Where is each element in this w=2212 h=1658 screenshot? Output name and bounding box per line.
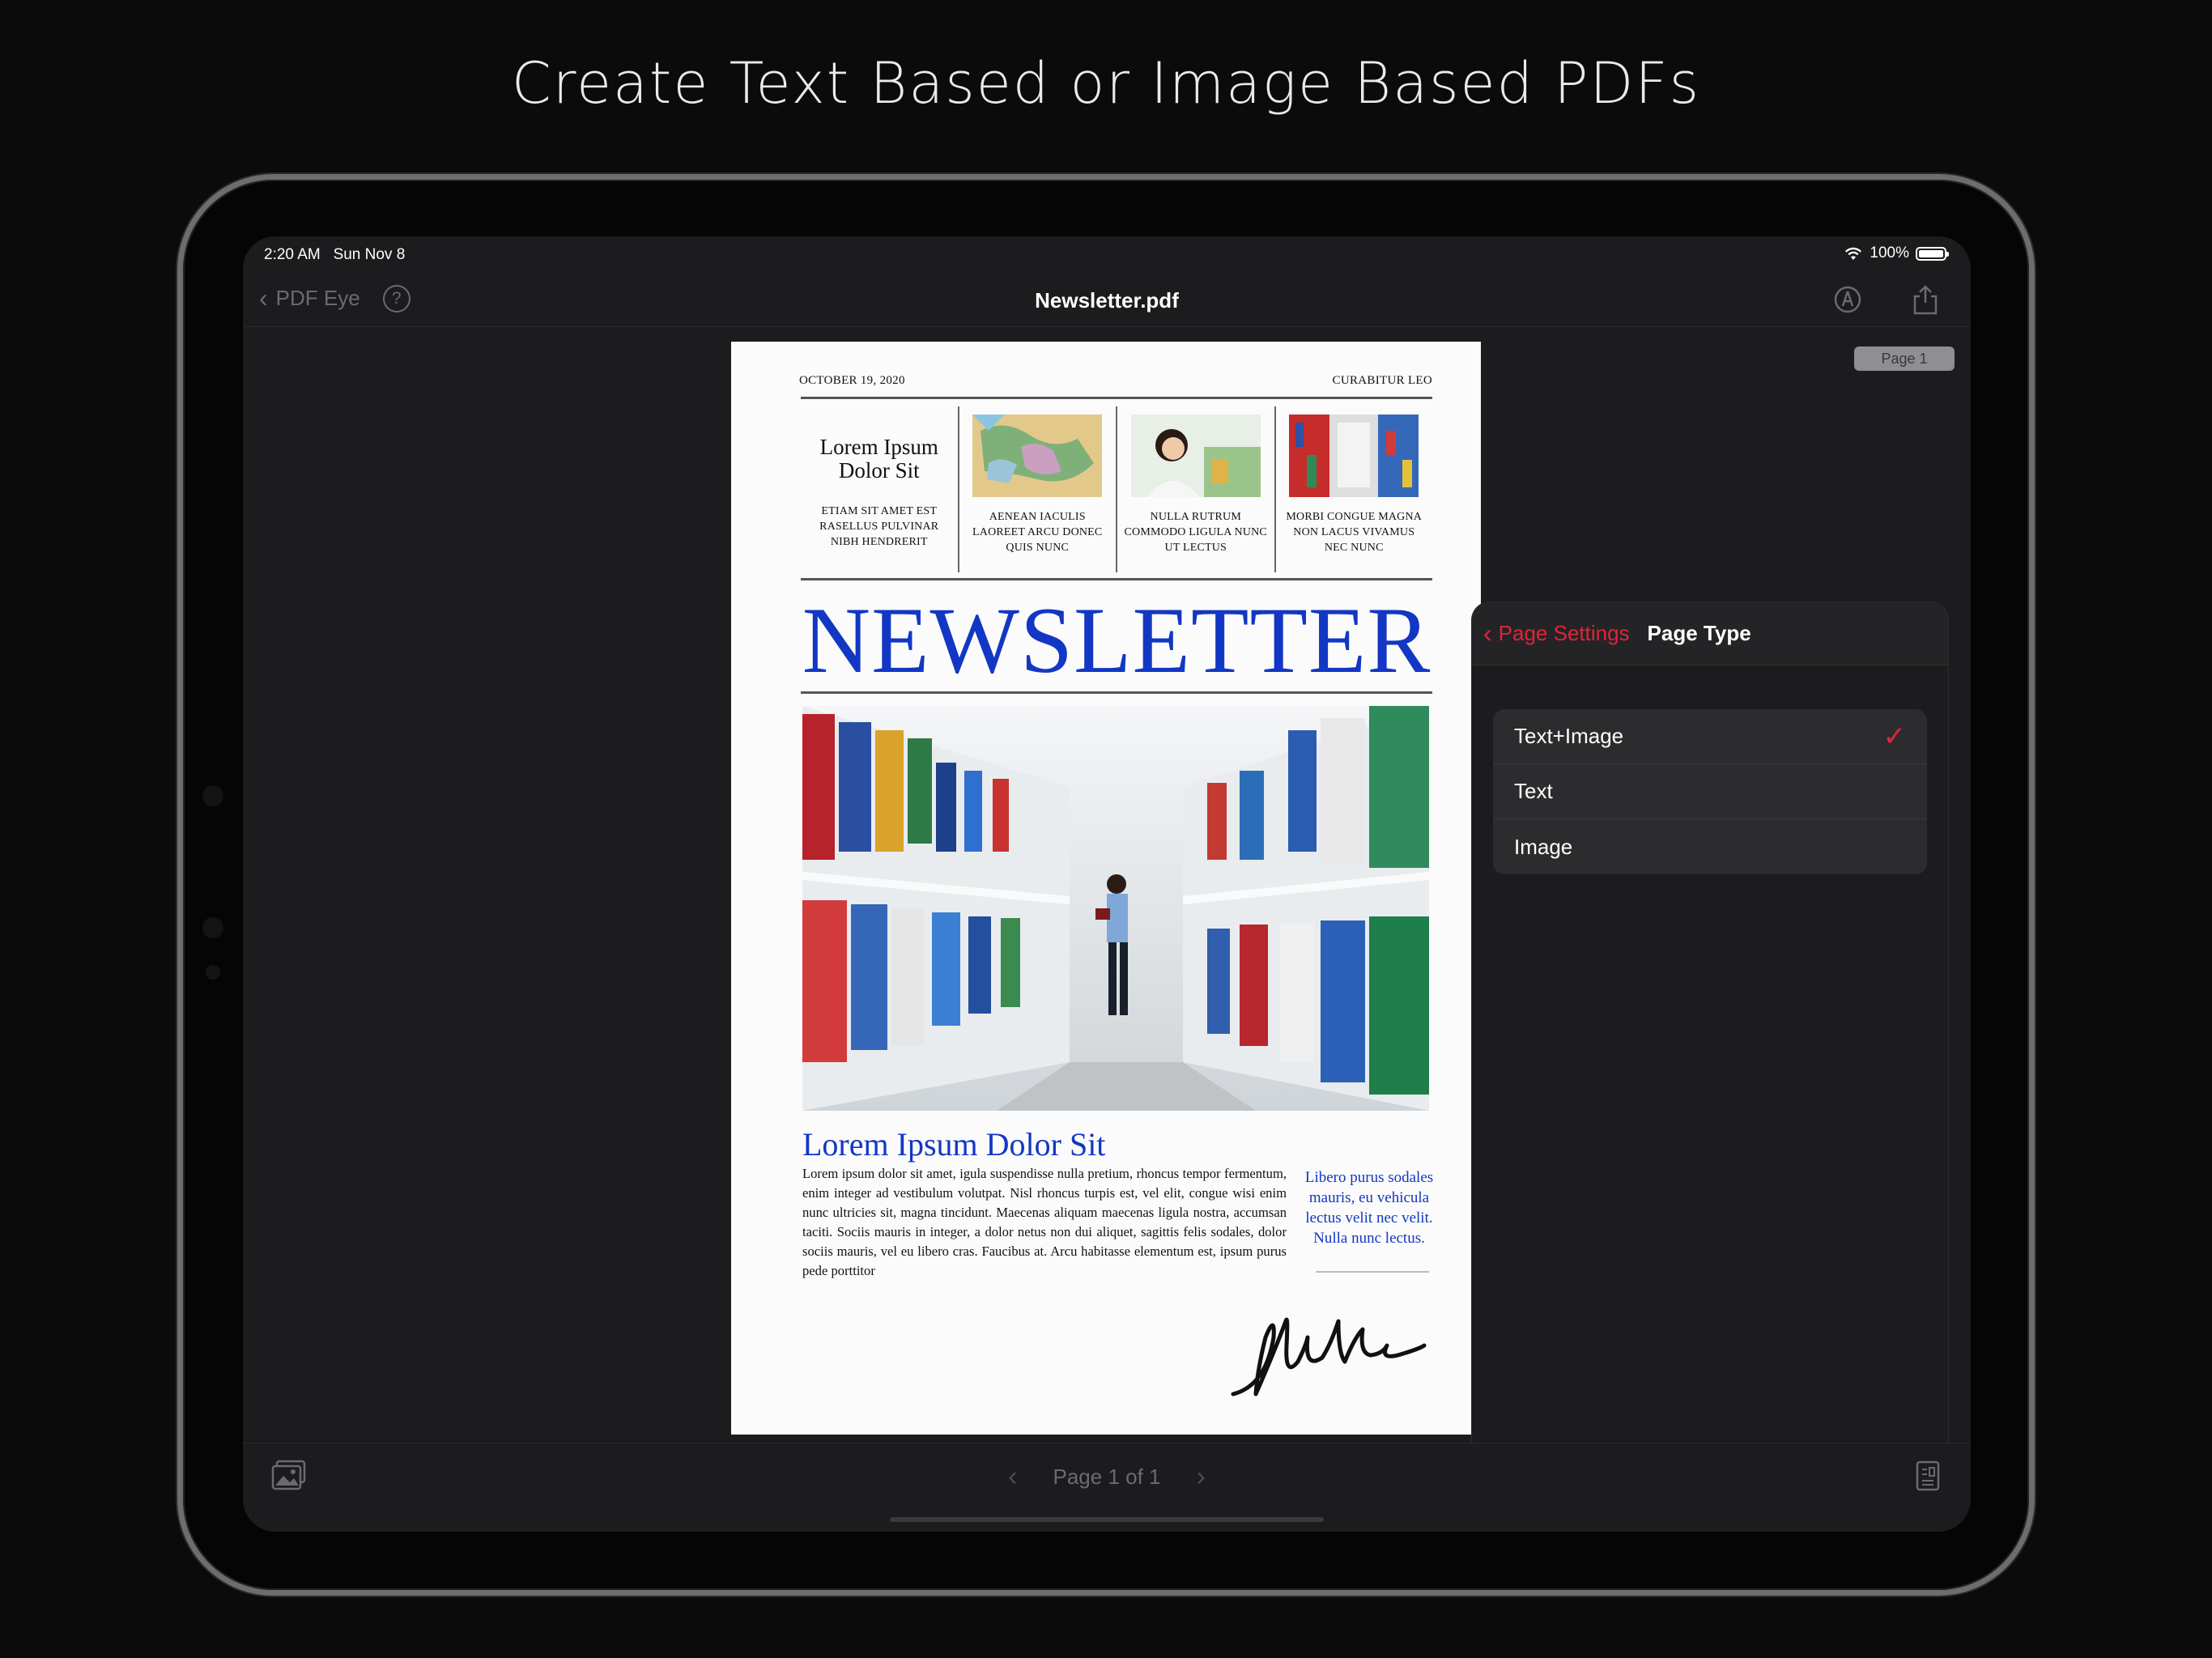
header-columns: Lorem Ipsum Dolor Sit ETIAM SIT AMET EST… (801, 406, 1432, 572)
pull-quote: Libero purus sodales mauris, eu vehicula… (1304, 1169, 1434, 1247)
battery-percent: 100% (1870, 244, 1909, 261)
screen: 2:20 AM Sun Nov 8 100% ‹ PDF Eye ? Newsl… (243, 236, 1971, 1532)
previous-page-icon[interactable]: ‹ (1008, 1461, 1017, 1492)
next-page-icon[interactable]: › (1197, 1461, 1206, 1492)
divider (801, 691, 1432, 694)
headline: Create Text Based or Image Based PDFs (511, 50, 1701, 117)
camera-dot-2 (202, 917, 223, 938)
navigation-bar: ‹ PDF Eye ? Newsletter.pdf (243, 272, 1971, 327)
chevron-left-icon: ‹ (1483, 619, 1492, 648)
popover-title: Page Type (1647, 621, 1751, 645)
col1-heading: Lorem Ipsum Dolor Sit (819, 435, 938, 483)
map-thumbnail (972, 414, 1103, 497)
home-indicator[interactable] (890, 1517, 1324, 1522)
bottom-toolbar: ‹ Page 1 of 1 › (243, 1443, 1971, 1532)
person-photo-thumbnail (1130, 414, 1261, 497)
col4-text: MORBI CONGUE MAGNA NON LACUS VIVAMUS NEC… (1286, 511, 1423, 554)
checkmark-icon: ✓ (1882, 721, 1907, 752)
wifi-icon (1845, 247, 1862, 260)
status-time: 2:20 AM Sun Nov 8 (264, 246, 406, 263)
page-indicator: Page 1 of 1 (1053, 1465, 1161, 1489)
volume-button (313, 173, 382, 180)
doc-top-right: CURABITUR LEO (1332, 374, 1432, 387)
pager: ‹ Page 1 of 1 › (243, 1461, 1971, 1493)
article-subheading: Lorem Ipsum Dolor Sit (802, 1126, 1106, 1163)
sensor-dot (206, 965, 220, 980)
option-label: Text+Image (1514, 724, 1624, 748)
article-body: Lorem ipsum dolor sit amet, igula suspen… (802, 1166, 1287, 1278)
option-image[interactable]: Image (1493, 819, 1927, 874)
share-icon[interactable] (1909, 283, 1942, 316)
option-text[interactable]: Text (1493, 764, 1927, 819)
divider (801, 397, 1432, 399)
library-hero-image (802, 706, 1429, 1111)
newsletter-masthead: NEWSLETTER (802, 589, 1431, 693)
status-bar: 2:20 AM Sun Nov 8 100% (243, 236, 1971, 272)
bookshelf-thumbnail (1289, 414, 1419, 497)
page-badge: Page 1 (1854, 346, 1955, 371)
option-text-image[interactable]: Text+Image ✓ (1493, 709, 1927, 764)
markup-pen-icon[interactable] (1831, 283, 1864, 316)
option-label: Image (1514, 834, 1573, 859)
page-settings-icon[interactable] (1914, 1460, 1942, 1496)
pdf-page[interactable]: OCTOBER 19, 2020 CURABITUR LEO Lorem Ips… (731, 342, 1481, 1435)
doc-date: OCTOBER 19, 2020 (799, 374, 905, 387)
col3-text: NULLA RUTRUM COMMODO LIGULA NUNC UT LECT… (1124, 511, 1267, 554)
battery-icon (1916, 246, 1949, 261)
volume-button-2 (393, 173, 463, 180)
page-type-popover: ‹ Page Settings Page Type Text+Image ✓ T… (1472, 602, 1948, 1525)
signature (1231, 1317, 1427, 1397)
camera-dot (202, 785, 223, 806)
col1-text: ETIAM SIT AMET EST RASELLUS PULVINAR NIB… (819, 505, 939, 548)
divider (1316, 1271, 1429, 1273)
back-label: Page Settings (1498, 621, 1630, 645)
col2-text: AENEAN IACULIS LAOREET ARCU DONEC QUIS N… (972, 511, 1103, 554)
page-type-options: Text+Image ✓ Text Image (1493, 709, 1927, 874)
option-label: Text (1514, 779, 1553, 803)
page-settings-back-button[interactable]: ‹ Page Settings (1483, 619, 1630, 648)
document-title: Newsletter.pdf (1035, 288, 1179, 312)
divider (801, 578, 1432, 580)
popover-header: ‹ Page Settings Page Type (1472, 602, 1948, 665)
